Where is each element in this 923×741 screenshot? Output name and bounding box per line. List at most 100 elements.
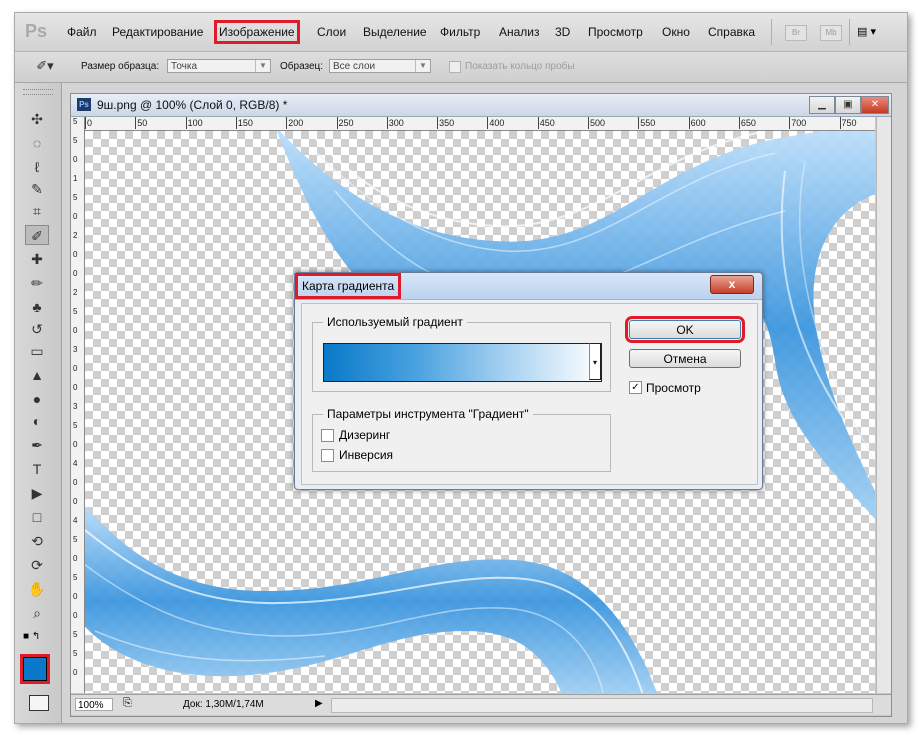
menu-filter[interactable]: Фильтр [440, 25, 480, 39]
crop-icon[interactable]: ⌗ [25, 201, 49, 221]
used-gradient-group: Используемый градиент ▾ [312, 315, 611, 392]
move-icon[interactable]: ✣ [25, 109, 49, 129]
dodge-icon[interactable]: ◐ [25, 411, 49, 431]
menu-edit[interactable]: Редактирование [112, 25, 203, 39]
ruler-tick-label: 2 [73, 288, 78, 297]
paint-bucket-icon[interactable]: ▲ [25, 365, 49, 385]
ruler-tick-label: 0 [73, 250, 78, 259]
ruler-tick-label: 0 [73, 383, 78, 392]
stamp-icon[interactable]: ♣ [25, 297, 49, 317]
menu-select[interactable]: Выделение [363, 25, 427, 39]
menu-3d[interactable]: 3D [555, 25, 570, 39]
menu-help[interactable]: Справка [708, 25, 755, 39]
tools-panel: ✣ ◌ ℓ ✎ ⌗ ✐ ✚ ✏ ♣ ↺ ▭ ▲ ● ◐ ✒ T ▶ □ ⟲ ⟳ ✋ ⌕ ■ ↰ [15, 83, 62, 723]
sample-size-label: Размер образца: [81, 61, 160, 72]
foreground-color-swatch[interactable] [20, 654, 50, 684]
ruler-tick-label: 0 [73, 326, 78, 335]
menu-window[interactable]: Окно [662, 25, 690, 39]
default-colors-icon[interactable]: ■ ↰ [23, 631, 40, 642]
ps-document-icon: Ps [77, 98, 91, 111]
ruler-vertical: 5 5 0 1 5 0 2 0 0 2 5 0 3 0 0 3 5 0 4 0 0 4 5 0 5 0 0 5 5 0 [71, 117, 85, 693]
dialog-title: Карта градиента [294, 273, 402, 299]
menu-image[interactable]: Изображение [214, 20, 300, 44]
ok-button[interactable]: OK [625, 316, 745, 343]
arrange-documents-icon[interactable]: ▤ ▾ [857, 25, 876, 38]
ruler-tick-label: 0 [73, 440, 78, 449]
menu-view[interactable]: Просмотр [588, 25, 643, 39]
ruler-tick-label: 700 [789, 117, 807, 129]
ruler-tick-label: 300 [386, 117, 404, 129]
ruler-tick-label: 4 [73, 459, 78, 468]
close-icon[interactable]: ✕ [861, 96, 889, 114]
ruler-tick-label: 0 [73, 554, 78, 563]
eyedropper-icon[interactable]: ✐ [25, 225, 49, 245]
eraser-icon[interactable]: ▭ [25, 341, 49, 361]
ruler-tick-label: 2 [73, 231, 78, 240]
ruler-tick-label: 5 [73, 421, 78, 430]
ruler-horizontal: 0 50 100 150 200 250 300 350 400 450 500 550 600 650 7… [85, 117, 875, 131]
toolbar-grip[interactable] [23, 89, 53, 95]
menu-file[interactable]: Файл [67, 25, 97, 39]
ruler-tick-label: 550 [638, 117, 656, 129]
sample-select[interactable]: Все слои ▼ [329, 59, 431, 73]
maximize-icon[interactable]: ▣ [835, 96, 861, 114]
zoom-level[interactable]: 100% [75, 698, 113, 711]
gradient-map-dialog: Карта градиента x Используемый градиент … [294, 272, 763, 490]
ruler-tick-label: 250 [336, 117, 354, 129]
bridge-button[interactable]: Br [785, 25, 807, 41]
sample-value: Все слои [333, 61, 376, 72]
show-ring-checkbox[interactable] [449, 61, 461, 73]
eyedropper-preset-icon[interactable]: ✐▾ [33, 56, 57, 76]
status-arrow-icon[interactable]: ▶ [315, 698, 323, 709]
type-icon[interactable]: T [25, 459, 49, 479]
ruler-tick-label: 500 [588, 117, 606, 129]
ruler-tick-label: 0 [73, 592, 78, 601]
menu-analysis[interactable]: Анализ [499, 25, 540, 39]
ruler-tick-label: 5 [73, 117, 78, 126]
zoom-icon[interactable]: ⌕ [25, 603, 49, 623]
hand-icon[interactable]: ✋ [25, 579, 49, 599]
dither-label: Дизеринг [339, 428, 391, 442]
preview-checkbox[interactable]: ✓ [629, 381, 642, 394]
ruler-tick-label: 5 [73, 136, 78, 145]
tool-params-legend: Параметры инструмента "Градиент" [323, 407, 533, 421]
ruler-tick-label: 5 [73, 193, 78, 202]
sample-size-select[interactable]: Точка ▼ [167, 59, 271, 73]
lasso-icon[interactable]: ℓ [25, 157, 49, 177]
shape-icon[interactable]: □ [25, 507, 49, 527]
chevron-down-icon[interactable]: ▾ [589, 343, 601, 380]
status-menu-icon[interactable]: ⎘ [123, 697, 132, 710]
dialog-close-button[interactable]: x [710, 275, 754, 294]
status-bar: 100% ⎘ Док: 1,30М/1,74М ▶ [71, 694, 891, 715]
minimize-icon[interactable]: ▁ [809, 96, 835, 114]
quick-select-icon[interactable]: ✎ [25, 179, 49, 199]
pen-icon[interactable]: ✒ [25, 435, 49, 455]
quick-mask-icon[interactable] [29, 695, 49, 711]
ruler-tick-label: 0 [73, 497, 78, 506]
3d-rotate-icon[interactable]: ⟲ [25, 531, 49, 551]
blur-icon[interactable]: ● [25, 389, 49, 409]
dither-checkbox[interactable] [321, 429, 334, 442]
cancel-button[interactable]: Отмена [629, 349, 741, 368]
menu-layers[interactable]: Слои [317, 25, 346, 39]
ruler-tick-label: 3 [73, 402, 78, 411]
3d-orbit-icon[interactable]: ⟳ [25, 555, 49, 575]
ruler-tick-label: 0 [73, 478, 78, 487]
marquee-icon[interactable]: ◌ [25, 133, 49, 153]
inverse-checkbox[interactable] [321, 449, 334, 462]
healing-icon[interactable]: ✚ [25, 249, 49, 269]
brush-icon[interactable]: ✏ [25, 273, 49, 293]
mini-bridge-button[interactable]: Mb [820, 25, 842, 41]
vertical-scrollbar[interactable] [876, 117, 891, 693]
ruler-tick-label: 600 [688, 117, 706, 129]
options-bar: ✐▾ Размер образца: Точка ▼ Образец: Все … [15, 52, 907, 83]
history-brush-icon[interactable]: ↺ [25, 319, 49, 339]
ruler-tick-label: 50 [135, 117, 148, 129]
ruler-tick-label: 150 [235, 117, 253, 129]
menu-bar: Ps Файл Редактирование Изображение Слои … [15, 13, 907, 52]
horizontal-scrollbar[interactable] [331, 698, 873, 713]
path-select-icon[interactable]: ▶ [25, 483, 49, 503]
gradient-preview[interactable] [323, 343, 602, 382]
ruler-tick-label: 0 [73, 155, 78, 164]
gradient-tool-params-group: Параметры инструмента "Градиент" Дизерин… [312, 407, 611, 472]
